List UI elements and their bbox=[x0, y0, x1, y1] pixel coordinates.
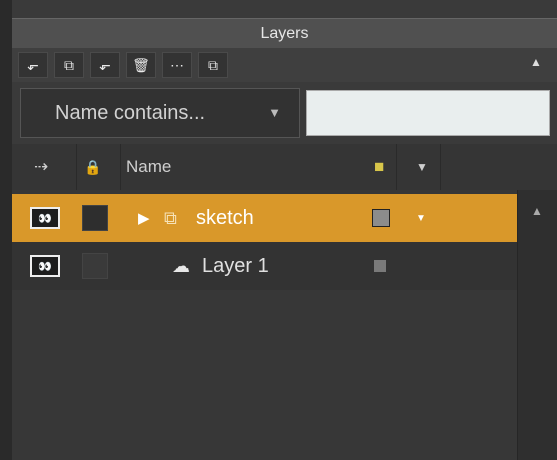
link-column-icon[interactable]: ⇢ bbox=[34, 144, 48, 190]
layer-row-layer-1[interactable]: 👀 ☁ Layer 1 bbox=[12, 242, 517, 290]
layer-name[interactable]: sketch bbox=[196, 207, 254, 230]
column-divider bbox=[120, 144, 121, 190]
layers-toolbar: ⬐ ⧉ ⬐ 🗑 ⋯ ⧉ ▲ bbox=[12, 48, 557, 83]
chevron-up-icon: ▲ bbox=[530, 55, 542, 69]
scroll-up-icon[interactable]: ▲ bbox=[531, 204, 543, 218]
layer-list-scrollbar[interactable]: ▲ bbox=[517, 190, 557, 460]
new-group-icon: ⬐ bbox=[99, 56, 111, 73]
filter-dropdown-icon: ▼ bbox=[268, 105, 281, 120]
new-layer-icon: ⬐ bbox=[27, 56, 39, 73]
filter-type-dropdown[interactable]: Name contains... ▼ bbox=[20, 88, 300, 138]
more-options-button[interactable]: ⋯ bbox=[162, 52, 192, 78]
filter-text-input[interactable] bbox=[306, 90, 550, 136]
layer-row-sketch[interactable]: 👀 ▶ ⧉ sketch ▼ bbox=[12, 194, 517, 242]
new-layer-button[interactable]: ⬐ bbox=[18, 52, 48, 78]
paint-layer-icon: ☁ bbox=[172, 255, 190, 276]
layers-panel: Layers ⬐ ⧉ ⬐ 🗑 ⋯ ⧉ ▲ Name contains... ▼ bbox=[0, 0, 557, 460]
layer-name[interactable]: Layer 1 bbox=[202, 255, 269, 278]
collapse-panel-button[interactable]: ▲ bbox=[525, 55, 547, 75]
layer-color-swatch[interactable] bbox=[374, 260, 386, 272]
filter-row: Name contains... ▼ bbox=[12, 82, 557, 144]
layer-options-icon[interactable]: ▼ bbox=[416, 213, 426, 224]
column-divider bbox=[440, 144, 441, 190]
column-divider bbox=[76, 144, 77, 190]
group-layer-icon: ⧉ bbox=[164, 207, 177, 228]
expand-group-icon[interactable]: ▶ bbox=[138, 209, 150, 227]
trash-icon: 🗑 bbox=[132, 56, 150, 73]
panel-title: Layers bbox=[12, 18, 557, 49]
lock-column-icon[interactable]: 🔒 bbox=[84, 144, 101, 190]
visibility-eye-icon[interactable]: 👀 bbox=[30, 255, 60, 277]
name-column-header[interactable]: Name bbox=[126, 144, 171, 190]
duplicate-icon: ⧉ bbox=[64, 56, 74, 73]
color-column-icon[interactable]: ■ bbox=[374, 144, 384, 190]
layer-color-swatch[interactable] bbox=[372, 209, 390, 227]
merge-icon: ⧉ bbox=[208, 56, 218, 73]
layers-header: ⇢ 🔒 Name ■ ▼ bbox=[12, 144, 557, 191]
lock-toggle[interactable] bbox=[82, 253, 108, 279]
sort-menu-icon[interactable]: ▼ bbox=[416, 144, 428, 190]
panel-edge bbox=[0, 0, 12, 460]
lock-toggle[interactable] bbox=[82, 205, 108, 231]
visibility-eye-icon[interactable]: 👀 bbox=[30, 207, 60, 229]
ellipsis-icon: ⋯ bbox=[170, 56, 184, 73]
column-divider bbox=[396, 144, 397, 190]
merge-layers-button[interactable]: ⧉ bbox=[198, 52, 228, 78]
filter-type-label: Name contains... bbox=[55, 102, 206, 124]
layer-list: 👀 ▶ ⧉ sketch ▼ 👀 ☁ Layer 1 bbox=[12, 190, 517, 460]
new-group-button[interactable]: ⬐ bbox=[90, 52, 120, 78]
duplicate-layer-button[interactable]: ⧉ bbox=[54, 52, 84, 78]
delete-layer-button[interactable]: 🗑 bbox=[126, 52, 156, 78]
